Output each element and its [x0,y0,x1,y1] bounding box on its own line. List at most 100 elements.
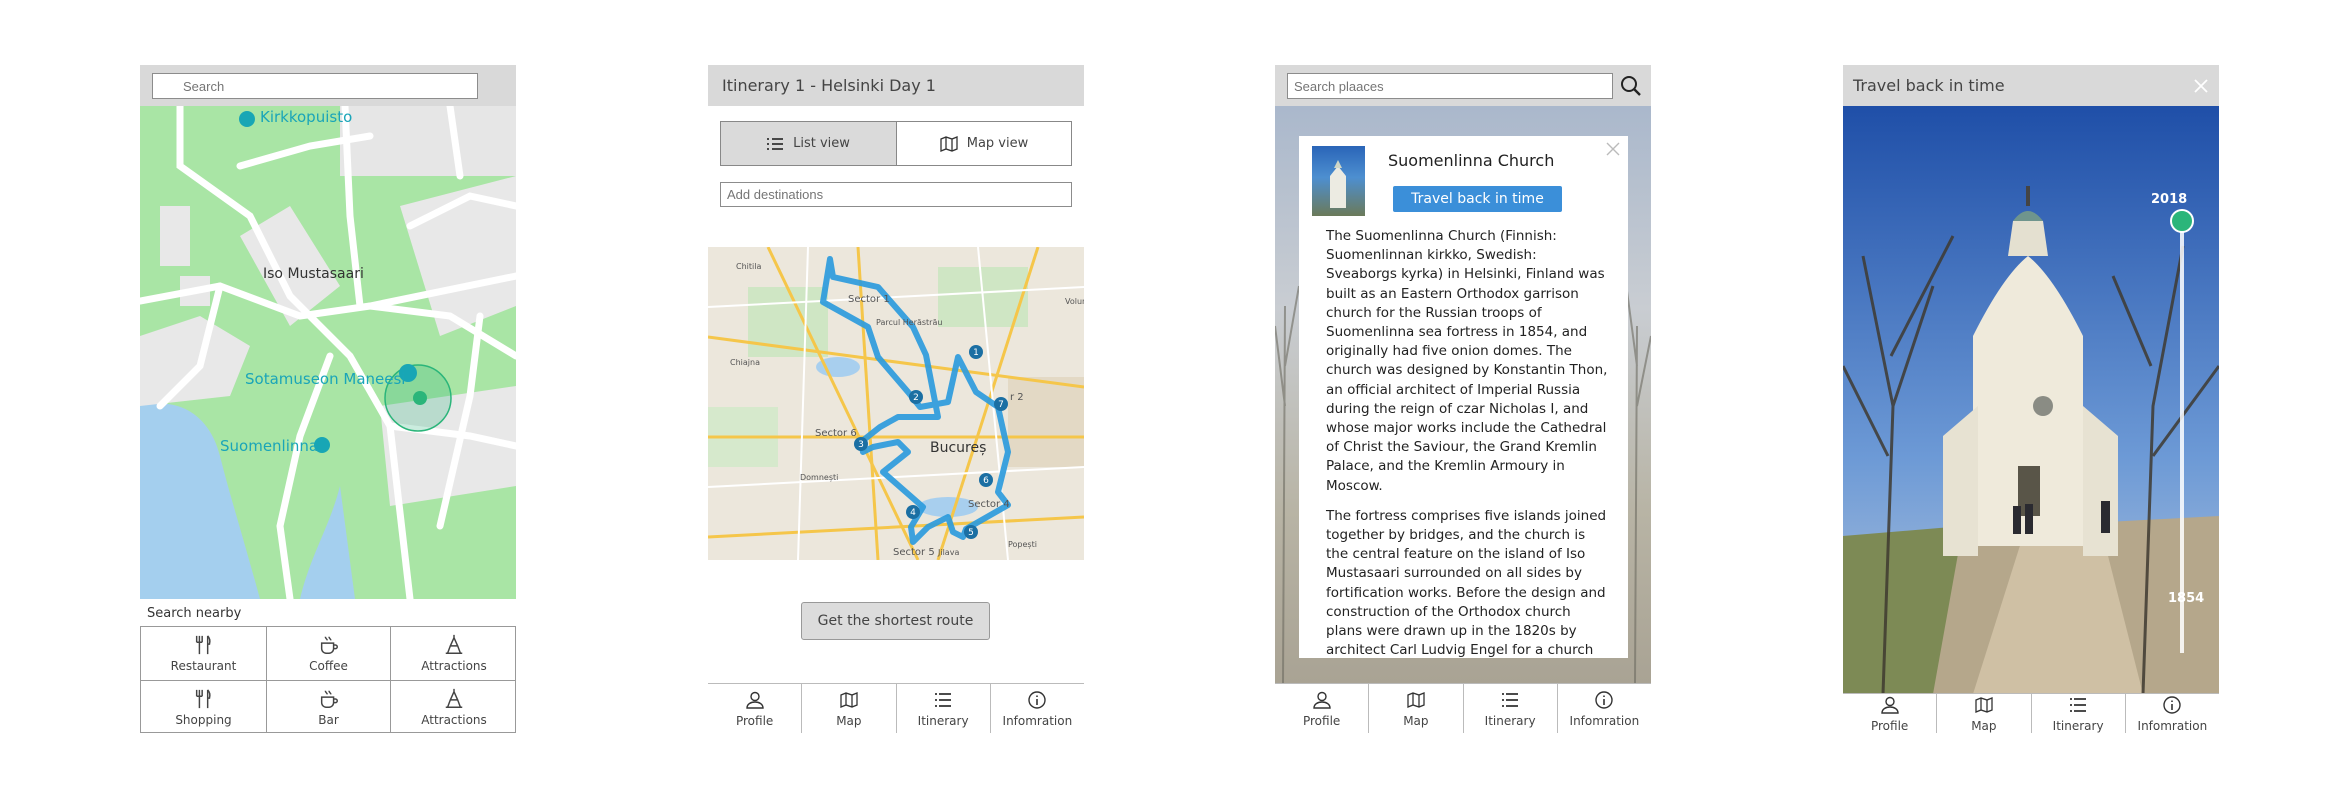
travel-header: Travel back in time [1843,65,2219,106]
map-label-sotamuseon[interactable]: Sotamuseon Maneesi [245,370,405,388]
tab-label: Infomration [2137,718,2208,733]
route-stop-7: 7 [998,400,1004,410]
search-header [1275,65,1651,106]
category-shopping[interactable]: Shopping [141,681,267,733]
close-icon[interactable] [2193,78,2209,98]
list-icon [2070,697,2087,712]
info-icon [1028,690,1047,709]
tab-profile[interactable]: Profile [1275,684,1370,733]
nearby-category-grid: Restaurant Coffee Attractions Shopping B… [140,626,516,733]
map-label-jilava: Jilava [937,548,959,557]
category-attractions-2[interactable]: Attractions [391,681,516,733]
landmark-icon [445,634,463,654]
tab-itinerary[interactable]: Itinerary [1464,684,1558,733]
timeline-slider-track[interactable] [2180,215,2184,653]
timeline-slider-thumb[interactable] [2170,209,2194,233]
route-stop-4: 4 [910,508,916,518]
travel-title: Travel back in time [1853,76,2005,95]
map-label-sector5: Sector 5 [893,547,935,558]
map-view-button[interactable]: Map view [896,121,1072,166]
category-label: Attractions [421,713,487,727]
tab-label: Map [836,713,862,728]
category-label: Attractions [421,659,487,673]
tab-map[interactable]: Map [1369,684,1464,733]
place-info-card: Suomenlinna Church Travel back in time T… [1299,136,1628,658]
tab-map[interactable]: Map [802,684,897,733]
list-view-button[interactable]: List view [720,121,897,166]
tab-label: Infomration [1002,713,1073,728]
list-icon [935,692,952,707]
itinerary-title: Itinerary 1 - Helsinki Day 1 [722,76,936,95]
search-input[interactable] [152,73,478,99]
tab-map[interactable]: Map [1937,694,2032,733]
list-icon [767,137,784,150]
tab-information[interactable]: Infomration [1558,684,1651,733]
close-icon[interactable] [1605,141,1621,161]
tab-label: Profile [1302,713,1341,728]
route-stop-5: 5 [968,528,974,538]
route-stop-6: 6 [983,476,989,486]
category-attractions[interactable]: Attractions [391,627,516,681]
coffee-cup-icon [320,636,338,654]
map-icon [840,691,858,708]
travel-back-button[interactable]: Travel back in time [1393,186,1562,212]
description-text: The Suomenlinna Church (Finnish: Suomenl… [1326,227,1610,658]
church-name: Suomenlinna Church [1388,151,1555,170]
description-paragraph-2: The fortress comprises five islands join… [1326,507,1607,658]
add-destinations-input[interactable] [720,182,1072,207]
tab-label: Map [1971,718,1997,733]
category-restaurant[interactable]: Restaurant [141,627,267,681]
tab-profile[interactable]: Profile [1843,694,1938,733]
tab-label: Infomration [1569,713,1640,728]
category-coffee[interactable]: Coffee [267,627,391,681]
map-label-suomenlinna[interactable]: Suomenlinna [220,437,318,455]
search-icon[interactable] [1620,75,1642,101]
person-icon [745,691,764,709]
itinerary-screen: Itinerary 1 - Helsinki Day 1 List view M… [708,65,1084,733]
category-bar[interactable]: Bar [267,681,391,733]
landmark-icon [445,688,463,708]
travel-back-screen: Travel back in time 2018 1854 Profile Ma… [1843,65,2219,733]
map-label-herastrau: Parcul Herăstrău [876,318,942,327]
map-view[interactable]: Kirkkopuisto Iso Mustasaari Sotamuseon M… [140,106,516,599]
timeline-year-top: 2018 [2151,192,2188,207]
map-search-screen: Kirkkopuisto Iso Mustasaari Sotamuseon M… [140,65,516,733]
category-label: Shopping [175,713,232,727]
map-icon [940,135,958,152]
tab-itinerary[interactable]: Itinerary [2032,694,2126,733]
route-map-canvas: 1 2 3 4 5 6 7 Chitila Sector 1 Parcul He… [708,247,1084,560]
search-header [140,65,516,106]
route-map[interactable]: 1 2 3 4 5 6 7 Chitila Sector 1 Parcul He… [708,247,1084,560]
search-input[interactable] [1287,73,1613,99]
tab-information[interactable]: Infomration [991,684,1084,733]
list-view-label: List view [793,136,850,151]
map-label-iso-mustasaari: Iso Mustasaari [263,266,364,282]
get-shortest-route-button[interactable]: Get the shortest route [801,602,990,640]
route-stop-3: 3 [858,440,864,450]
map-icon [1407,691,1425,708]
tab-information[interactable]: Infomration [2126,694,2219,733]
map-label-sector1: Sector 1 [848,294,890,305]
tab-label: Itinerary [2052,718,2104,733]
info-icon [2163,695,2182,714]
tab-profile[interactable]: Profile [708,684,803,733]
map-label-voluntari: Volun [1065,297,1084,306]
bottom-tab-bar: Profile Map Itinerary Infomration [708,683,1084,733]
category-label: Bar [318,713,339,727]
map-label-domnesti: Domnești [800,473,838,483]
tab-label: Itinerary [1484,713,1536,728]
place-detail-screen: Suomenlinna Church Travel back in time T… [1275,65,1651,733]
map-label-sector4: Sector 4 [968,499,1010,510]
timeline-year-bottom: 1854 [2168,591,2205,606]
church-thumbnail-graphic [1330,160,1346,208]
info-icon [1595,690,1614,709]
bottom-tab-bar: Profile Map Itinerary Infomration [1843,693,2219,733]
church-thumbnail[interactable] [1312,146,1365,216]
tab-itinerary[interactable]: Itinerary [897,684,991,733]
map-view-label: Map view [966,136,1029,151]
coffee-cup-icon [320,690,338,708]
tab-label: Profile [735,713,774,728]
tab-label: Itinerary [917,713,969,728]
list-icon [1502,692,1519,707]
route-stop-2: 2 [913,393,919,403]
